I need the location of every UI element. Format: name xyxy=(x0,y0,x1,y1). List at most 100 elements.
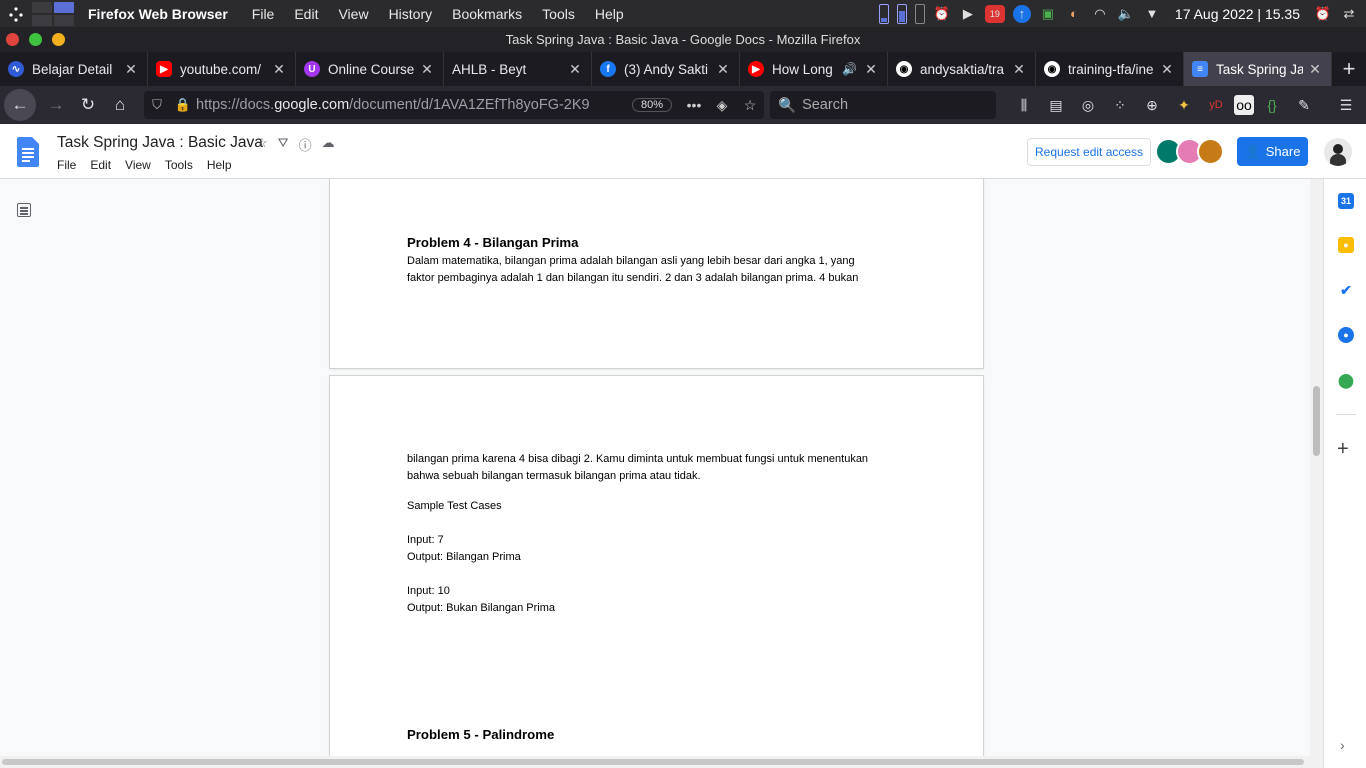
forward-button[interactable]: → xyxy=(40,89,72,121)
tab-belajar-detail[interactable]: ∿ Belajar Detail ✕ xyxy=(0,52,148,86)
dropdown-icon[interactable]: ▼ xyxy=(1143,5,1161,23)
url-bar[interactable]: ⛉ 🔒 https://docs.google.com/document/d/1… xyxy=(144,91,764,119)
clock[interactable]: 17 Aug 2022 | 15.35 xyxy=(1175,6,1300,22)
zoom-level[interactable]: 80% xyxy=(631,98,672,112)
share-button[interactable]: 👤 Share xyxy=(1237,137,1308,166)
workspace-switcher[interactable] xyxy=(32,1,74,26)
alarm-clock-icon[interactable]: ⏰ xyxy=(1314,5,1332,23)
screen-share-icon[interactable]: ▣ xyxy=(1039,5,1057,23)
os-menu-file[interactable]: File xyxy=(252,6,275,22)
close-tab-icon[interactable]: ✕ xyxy=(271,61,287,78)
os-menu-view[interactable]: View xyxy=(338,6,368,22)
json-extension-icon[interactable]: {} xyxy=(1258,91,1286,119)
info-icon[interactable]: ⓘ xyxy=(299,135,312,154)
notification-badge-icon[interactable]: 19 xyxy=(984,4,1005,23)
new-tab-button[interactable]: + xyxy=(1332,52,1366,86)
os-menu-history[interactable]: History xyxy=(389,6,433,22)
horizontal-scrollbar[interactable] xyxy=(0,756,1323,768)
back-button[interactable]: ← xyxy=(4,89,36,121)
request-edit-access-button[interactable]: Request edit access xyxy=(1027,138,1152,166)
close-tab-icon[interactable]: ✕ xyxy=(1307,61,1323,78)
docs-menu-view[interactable]: View xyxy=(125,158,151,172)
battery-icon-3[interactable] xyxy=(914,3,925,24)
close-tab-icon[interactable]: ✕ xyxy=(1011,61,1027,78)
paragraph-line: Dalam matematika, bilangan prima adalah … xyxy=(407,255,855,267)
chevron-right-icon[interactable]: › xyxy=(1340,737,1345,753)
close-tab-icon[interactable]: ✕ xyxy=(123,61,139,78)
settings-toggle-icon[interactable]: ⇄ xyxy=(1340,5,1358,23)
reader-view-icon[interactable]: ▤ xyxy=(1042,91,1070,119)
volume-icon[interactable]: 🔈 xyxy=(1117,5,1135,23)
update-icon[interactable]: ↑ xyxy=(1012,4,1031,23)
wifi-icon[interactable]: ◠ xyxy=(1091,5,1109,23)
tab-github-training[interactable]: ◉ training-tfa/ine ✕ xyxy=(1036,52,1184,86)
lock-icon[interactable]: 🔒 xyxy=(170,97,196,113)
document-page[interactable]: Problem 4 - Bilangan Prima Dalam matemat… xyxy=(330,179,983,368)
os-menu-edit[interactable]: Edit xyxy=(294,6,318,22)
maps-icon[interactable]: ⬤ xyxy=(1338,372,1354,388)
battery-icon[interactable] xyxy=(878,3,889,24)
extension-icon[interactable]: ⁘ xyxy=(1106,91,1134,119)
globe-icon[interactable]: ⊕ xyxy=(1138,91,1166,119)
docs-menu-help[interactable]: Help xyxy=(207,158,232,172)
hamburger-menu-icon[interactable]: ☰ xyxy=(1332,91,1360,119)
app-launcher-icon[interactable] xyxy=(0,0,32,27)
os-menu-tools[interactable]: Tools xyxy=(542,6,575,22)
tasks-icon[interactable]: ✔ xyxy=(1338,282,1354,298)
os-menu-bookmarks[interactable]: Bookmarks xyxy=(452,6,522,22)
close-tab-icon[interactable]: ✕ xyxy=(1159,61,1175,78)
tracking-shield-icon[interactable]: ⛉ xyxy=(144,97,170,113)
os-menu-help[interactable]: Help xyxy=(595,6,624,22)
battery-icon-2[interactable] xyxy=(896,3,907,24)
docs-menu-file[interactable]: File xyxy=(57,158,76,172)
contacts-icon[interactable]: ● xyxy=(1338,327,1354,343)
close-tab-icon[interactable]: ✕ xyxy=(863,61,879,78)
magic-extension-icon[interactable]: ✦ xyxy=(1170,91,1198,119)
user-avatar[interactable] xyxy=(1324,138,1352,166)
tab-how-long[interactable]: ▶ How Long 🔊 ✕ xyxy=(740,52,888,86)
document-canvas[interactable]: Problem 4 - Bilangan Prima Dalam matemat… xyxy=(0,179,1310,756)
calendar-icon[interactable]: 31 xyxy=(1338,193,1354,209)
docs-icon: ≡ xyxy=(1192,61,1208,77)
cloud-status-icon[interactable]: ☁ xyxy=(322,135,335,154)
tab-facebook[interactable]: f (3) Andy Sakti ✕ xyxy=(592,52,740,86)
home-button[interactable]: ⌂ xyxy=(104,89,136,121)
docs-menu-tools[interactable]: Tools xyxy=(165,158,193,172)
url-text[interactable]: https://docs.google.com/document/d/1AVA1… xyxy=(196,97,624,113)
bookmark-star-icon[interactable]: ☆ xyxy=(736,97,764,114)
dropper-extension-icon[interactable]: ✎ xyxy=(1290,91,1318,119)
vertical-scrollbar[interactable] xyxy=(1310,179,1323,756)
document-outline-icon[interactable] xyxy=(17,203,31,217)
document-title[interactable]: Task Spring Java : Basic Java xyxy=(57,134,263,152)
tab-youtube[interactable]: ▶ youtube.com/ ✕ xyxy=(148,52,296,86)
add-addon-icon[interactable]: + xyxy=(1337,438,1349,461)
move-to-drive-icon[interactable]: ⛛ xyxy=(278,135,289,154)
avatar[interactable] xyxy=(1197,138,1224,165)
close-tab-icon[interactable]: ✕ xyxy=(419,61,435,78)
document-page[interactable]: bilangan prima karena 4 bisa dibagi 2. K… xyxy=(330,376,983,756)
docs-menu-edit[interactable]: Edit xyxy=(90,158,111,172)
search-input[interactable]: 🔍 Search xyxy=(770,91,996,119)
account-icon[interactable]: ◎ xyxy=(1074,91,1102,119)
keep-icon[interactable]: ● xyxy=(1338,237,1354,253)
pocket-icon[interactable]: ◈ xyxy=(708,97,736,114)
tab-task-spring-java[interactable]: ≡ Task Spring Ja ✕ xyxy=(1184,52,1332,86)
tab-ahlb[interactable]: AHLB - Beyt ✕ xyxy=(444,52,592,86)
yd-extension-icon[interactable]: yD xyxy=(1202,91,1230,119)
library-icon[interactable]: ⫼ xyxy=(1010,91,1038,119)
tab-online-course[interactable]: U Online Course ✕ xyxy=(296,52,444,86)
glasses-extension-icon[interactable]: oo xyxy=(1234,95,1254,115)
page-actions-icon[interactable]: ••• xyxy=(680,97,708,113)
os-top-bar: Firefox Web Browser File Edit View Histo… xyxy=(0,0,1366,27)
night-light-icon[interactable]: ◐ xyxy=(1065,5,1083,23)
reload-button[interactable]: ↻ xyxy=(72,89,104,121)
star-icon[interactable]: ☆ xyxy=(256,135,268,154)
play-icon[interactable]: ▶ xyxy=(959,5,977,23)
google-docs-logo-icon[interactable] xyxy=(17,137,39,167)
speaker-icon[interactable]: 🔊 xyxy=(842,62,857,76)
active-app-name[interactable]: Firefox Web Browser xyxy=(88,6,228,22)
tab-github-andysaktia[interactable]: ◉ andysaktia/tra ✕ xyxy=(888,52,1036,86)
close-tab-icon[interactable]: ✕ xyxy=(567,61,583,78)
close-tab-icon[interactable]: ✕ xyxy=(715,61,731,78)
alarm-icon[interactable]: ⏰ xyxy=(933,5,951,23)
